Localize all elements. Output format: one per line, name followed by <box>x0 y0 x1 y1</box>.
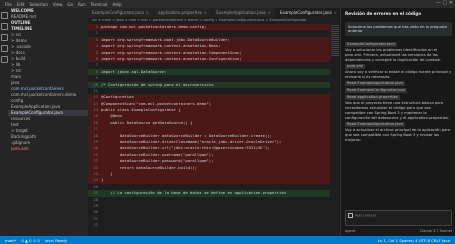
menu-item-view[interactable]: View <box>53 2 63 7</box>
chat-input[interactable]: Add context <box>345 210 452 226</box>
code-editor[interactable]: 1 package com.mcl.pocketcontainers.demo.c… <box>88 24 340 236</box>
code-text: public DataSource getDataSource() { <box>101 119 193 125</box>
tab-label: ExampleConfigurator.java <box>279 10 332 15</box>
menu-item-run[interactable]: Run <box>78 2 86 7</box>
window-controls[interactable]: — ▢ ✕ <box>436 0 453 6</box>
code-text: package com.mcl.pocketcontainers.demo.co… <box>101 24 207 29</box>
chat-input-placeholder: Add context <box>355 213 377 218</box>
code-text: } <box>101 177 104 183</box>
menu-item-help[interactable]: Help <box>113 2 122 7</box>
menu-item-file[interactable]: File <box>5 2 12 7</box>
tool-read-chip[interactable]: Read ExampleConfigurator.java <box>345 88 408 93</box>
menu-item-edit[interactable]: Edit <box>17 2 25 7</box>
status-java[interactable]: Java: Ready <box>45 238 67 243</box>
editor-tab[interactable]: ExampleConfigurator.java × <box>88 8 155 17</box>
code-text: /* Configuración de spring para el micro… <box>101 81 214 87</box>
extensions-icon[interactable] <box>0 56 8 63</box>
code-line[interactable]: 32 <box>88 222 340 228</box>
tool-read-chip[interactable]: Read application.properties <box>345 95 400 100</box>
minimap[interactable] <box>330 24 340 236</box>
assistant-paragraph: Voy a actualizar el archivo principal de… <box>345 128 451 142</box>
tab-label: ExampleConfigurator.java <box>92 10 144 15</box>
code-text: import javax.sql.DataSource; <box>101 68 167 74</box>
close-icon[interactable]: × <box>268 10 271 15</box>
assistant-paragraph: Voy a solucionar los problemas identific… <box>345 48 442 62</box>
menu-item-terminal[interactable]: Terminal <box>91 2 108 7</box>
code-text: // La configuración de la base de datos … <box>101 190 287 196</box>
menu-item-selection[interactable]: Selection <box>29 2 47 7</box>
close-icon[interactable]: × <box>146 10 149 15</box>
menu-bar: File Edit Selection View Go Run Terminal Help <box>0 0 455 8</box>
tab-label: application.properties <box>158 10 202 15</box>
chat-panel: Revisión de errores en el código Solucio… <box>340 8 455 236</box>
context-chip[interactable]: ExampleConfigurator.java <box>345 42 397 47</box>
status-right[interactable]: Ln 1, Col 1 Spaces: 4 UTF-8 CRLF Java <box>378 238 450 243</box>
activity-bar <box>0 8 8 236</box>
explorer-icon[interactable] <box>0 12 8 19</box>
editor-tab[interactable]: application.properties × <box>154 8 213 17</box>
chat-footer: Agent Claude 3.7 Sonnet <box>345 227 452 234</box>
status-bar: main* 0 ▲ 0 ⚠ 0 Java: Ready Ln 1, Col 1 … <box>0 236 455 244</box>
editor-tab[interactable]: ExampleApplication.java × <box>212 8 276 17</box>
explorer-sidebar: WELCOME README.md OUTLINE TIMELINE > src > d… <box>8 8 88 236</box>
status-problems[interactable]: 0 ▲ 0 ⚠ 0 <box>21 238 39 243</box>
assistant-paragraph: Veo que el proyecto tiene una estructura… <box>345 101 450 120</box>
editor-tabs: ExampleConfigurator.java × application.pro… <box>88 8 343 17</box>
tool-read-chip[interactable]: Read ExampleApplication.java <box>345 122 405 127</box>
close-icon[interactable]: × <box>204 10 207 15</box>
code-text: return dataSourceBuilder.build(); <box>101 164 198 170</box>
attach-icon[interactable] <box>348 213 353 218</box>
file-chip[interactable]: pom.xml <box>345 64 366 69</box>
close-icon[interactable]: × <box>334 10 337 15</box>
tool-read-chip[interactable]: Read ExampleApplication.java <box>345 81 405 86</box>
code-text: import org.springframework.context.annot… <box>101 55 242 61</box>
source-control-icon[interactable] <box>0 34 8 41</box>
model-selector[interactable]: Claude 3.7 Sonnet <box>420 229 452 233</box>
assistant-paragraph: Ahora voy a verificar si existe el códig… <box>345 70 452 79</box>
breadcrumb[interactable]: src > main > java > com > mcl > pocketco… <box>88 17 344 24</box>
explorer-item[interactable]: pom.xml <box>8 146 88 152</box>
editor-tab[interactable]: ExampleConfigurator.java × <box>275 8 343 17</box>
status-branch[interactable]: main* <box>5 238 16 243</box>
menu-item-go[interactable]: Go <box>67 2 73 7</box>
run-debug-icon[interactable] <box>0 45 8 52</box>
line-number: 32 <box>93 222 98 228</box>
user-message: Soluciona los problemas que has visto en… <box>345 22 452 36</box>
tab-label: ExampleApplication.java <box>216 10 266 15</box>
mode-selector[interactable]: Agent <box>345 229 355 233</box>
search-icon[interactable] <box>0 23 8 30</box>
chat-title: Revisión de errores en el código <box>345 11 422 16</box>
